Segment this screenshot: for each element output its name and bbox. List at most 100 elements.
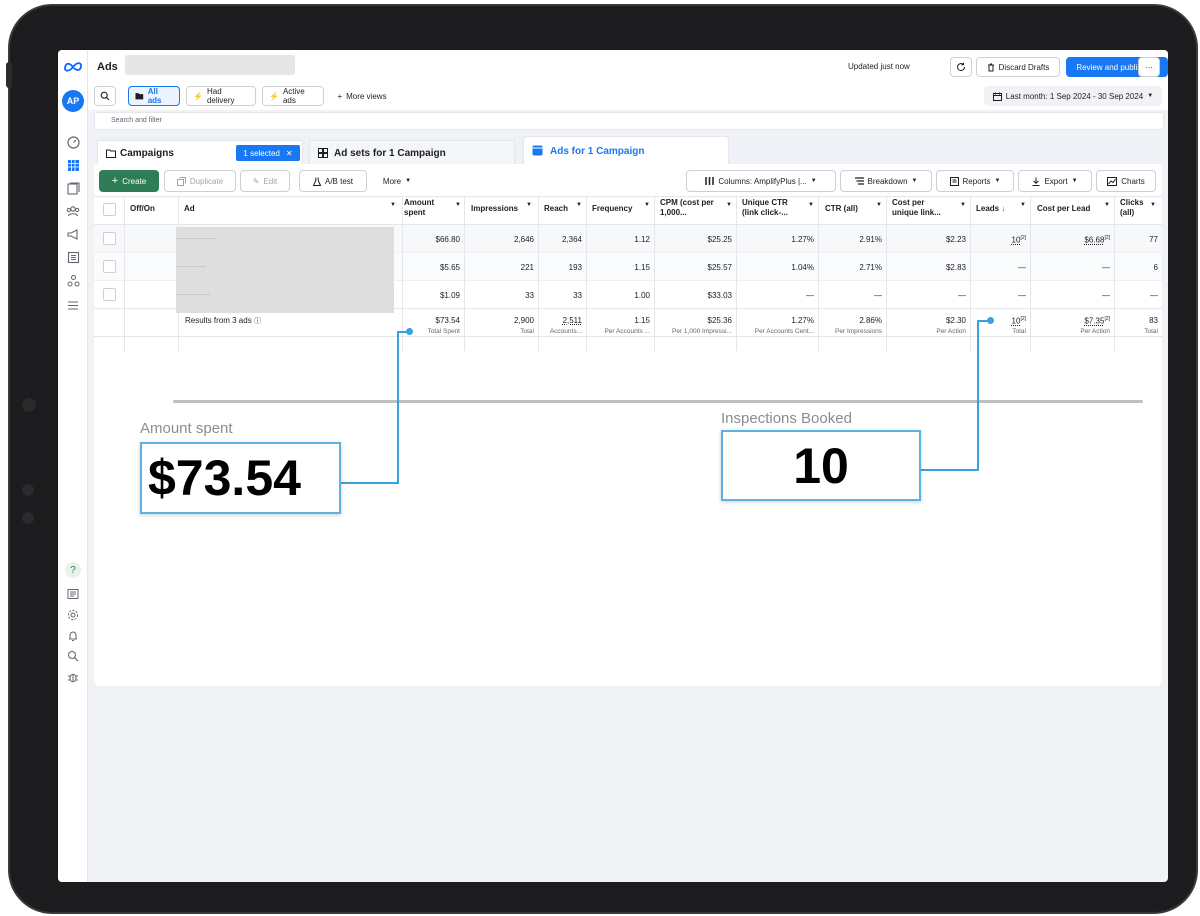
- header-cpm[interactable]: CPM (cost per 1,000...: [660, 198, 714, 218]
- view-all-ads[interactable]: All ads: [128, 86, 180, 106]
- bell-icon[interactable]: [65, 628, 81, 644]
- total-frequency-sub: Per Accounts ...: [604, 328, 650, 335]
- header-amount-spent[interactable]: Amount spent: [404, 198, 434, 218]
- tab-ad-sets[interactable]: Ad sets for 1 Campaign: [309, 140, 515, 164]
- header-frequency[interactable]: Frequency: [592, 204, 632, 214]
- header-ctr[interactable]: CTR (all): [825, 204, 858, 214]
- charts-label: Charts: [1121, 176, 1145, 186]
- catalog-icon[interactable]: [65, 249, 81, 265]
- caret-down-icon[interactable]: ▼: [876, 202, 882, 208]
- caret-down-icon[interactable]: ▼: [808, 202, 814, 208]
- refresh-button[interactable]: [950, 57, 972, 77]
- audience-icon[interactable]: [65, 203, 81, 219]
- caret-down-icon[interactable]: ▼: [644, 202, 650, 208]
- search-toggle-button[interactable]: [94, 86, 116, 106]
- download-icon: [1032, 177, 1040, 186]
- trash-icon: [987, 63, 994, 71]
- header-unique-ctr[interactable]: Unique CTR (link click-...: [742, 198, 788, 218]
- caret-down-icon[interactable]: ▼: [960, 202, 966, 208]
- table-border: [94, 196, 1162, 197]
- info-icon[interactable]: ⓘ: [254, 318, 261, 325]
- col-divider: [464, 196, 465, 351]
- view-had-delivery[interactable]: ⚡ Had delivery: [186, 86, 256, 106]
- gear-icon[interactable]: [65, 607, 81, 623]
- columns-dropdown[interactable]: Columns: AmplifyPlus |... ▼: [686, 170, 836, 192]
- table-toolbar: + Create Duplicate ✎ Edit A/B test More …: [94, 164, 1162, 196]
- header-ad[interactable]: Ad: [184, 204, 195, 214]
- row-checkbox[interactable]: [103, 260, 116, 273]
- ab-test-button[interactable]: A/B test: [299, 170, 367, 192]
- cell-frequency: 1.15: [634, 263, 650, 272]
- view-active-ads-label: Active ads: [282, 87, 305, 105]
- pages-icon[interactable]: [65, 180, 81, 196]
- callout-connector: [920, 469, 979, 471]
- search-icon[interactable]: [65, 648, 81, 664]
- row-checkbox[interactable]: [103, 288, 116, 301]
- amount-spent-callout: $73.54: [140, 442, 341, 514]
- megaphone-icon[interactable]: [65, 226, 81, 242]
- chevron-down-icon: ▼: [1147, 93, 1154, 99]
- bug-icon[interactable]: [65, 669, 81, 685]
- help-icon[interactable]: ?: [65, 562, 81, 578]
- more-views-button[interactable]: + More views: [330, 86, 394, 106]
- header-impressions[interactable]: Impressions: [471, 204, 518, 214]
- duplicate-button[interactable]: Duplicate: [164, 170, 236, 192]
- cell-cost-per-lead: —: [1102, 263, 1110, 272]
- caret-down-icon[interactable]: ▼: [526, 202, 532, 208]
- meta-logo-icon[interactable]: [63, 60, 83, 72]
- edit-label: Edit: [263, 176, 278, 186]
- more-actions-button[interactable]: More ▼: [374, 170, 420, 192]
- pencil-icon: ✎: [252, 176, 260, 186]
- export-dropdown[interactable]: Export ▼: [1018, 170, 1092, 192]
- close-icon[interactable]: ✕: [286, 149, 293, 158]
- cell-leads[interactable]: 10[2]: [972, 235, 1026, 245]
- total-unique-ctr: 1.27%: [791, 316, 814, 325]
- chart-icon: [1107, 176, 1118, 186]
- create-button[interactable]: + Create: [99, 170, 159, 192]
- total-cost-per-lead[interactable]: $7.35[2]: [1032, 316, 1110, 326]
- tab-campaigns[interactable]: Campaigns 1 selected ✕: [97, 140, 303, 164]
- caret-down-icon[interactable]: ▼: [726, 202, 732, 208]
- tab-ads[interactable]: Ads for 1 Campaign: [523, 136, 729, 164]
- search-placeholder: Search and filter: [111, 117, 162, 124]
- more-views-label: More views: [346, 91, 387, 101]
- caret-down-icon[interactable]: ▼: [1104, 202, 1110, 208]
- total-reach[interactable]: 2,511: [540, 316, 582, 325]
- edit-button[interactable]: ✎ Edit: [240, 170, 290, 192]
- col-divider: [970, 196, 971, 351]
- select-all-checkbox[interactable]: [103, 203, 116, 216]
- discard-drafts-button[interactable]: Discard Drafts: [976, 57, 1060, 77]
- horizontal-scrollbar[interactable]: [173, 400, 1143, 403]
- reports-dropdown[interactable]: Reports ▼: [936, 170, 1014, 192]
- header-cost-per-unique[interactable]: Cost per unique link...: [892, 198, 941, 218]
- chevron-down-icon: ▼: [911, 178, 918, 184]
- header-more-button[interactable]: ···: [1138, 57, 1160, 77]
- header-leads[interactable]: Leads ↓: [976, 204, 1005, 214]
- caret-down-icon[interactable]: ▼: [455, 202, 461, 208]
- header-cost-per-lead[interactable]: Cost per Lead: [1037, 204, 1090, 214]
- callout-connector: [397, 331, 399, 484]
- events-manager-icon[interactable]: [65, 272, 81, 288]
- news-icon[interactable]: [65, 586, 81, 602]
- cell-impressions: 33: [525, 291, 534, 300]
- date-range-picker[interactable]: Last month: 1 Sep 2024 - 30 Sep 2024 ▼: [984, 86, 1162, 106]
- caret-down-icon[interactable]: ▼: [1150, 202, 1156, 208]
- view-active-ads[interactable]: ⚡ Active ads: [262, 86, 324, 106]
- header-reach[interactable]: Reach: [544, 204, 568, 214]
- account-avatar[interactable]: AP: [62, 90, 84, 112]
- cell-cost-per-lead[interactable]: $6.68[2]: [1032, 235, 1110, 245]
- gauge-icon[interactable]: [65, 134, 81, 150]
- breakdown-dropdown[interactable]: Breakdown ▼: [840, 170, 932, 192]
- caret-down-icon[interactable]: ▼: [1020, 202, 1026, 208]
- selected-count-badge[interactable]: 1 selected ✕: [236, 145, 300, 161]
- menu-icon[interactable]: [65, 297, 81, 313]
- search-filter-input[interactable]: Search and filter: [94, 112, 1164, 130]
- caret-down-icon[interactable]: ▼: [576, 202, 582, 208]
- header-clicks[interactable]: Clicks (all): [1120, 198, 1144, 218]
- caret-down-icon[interactable]: ▼: [390, 202, 396, 208]
- folder-icon: [135, 93, 144, 100]
- table-grid-icon[interactable]: [65, 157, 81, 173]
- row-checkbox[interactable]: [103, 232, 116, 245]
- charts-button[interactable]: Charts: [1096, 170, 1156, 192]
- more-actions-label: More: [382, 176, 402, 186]
